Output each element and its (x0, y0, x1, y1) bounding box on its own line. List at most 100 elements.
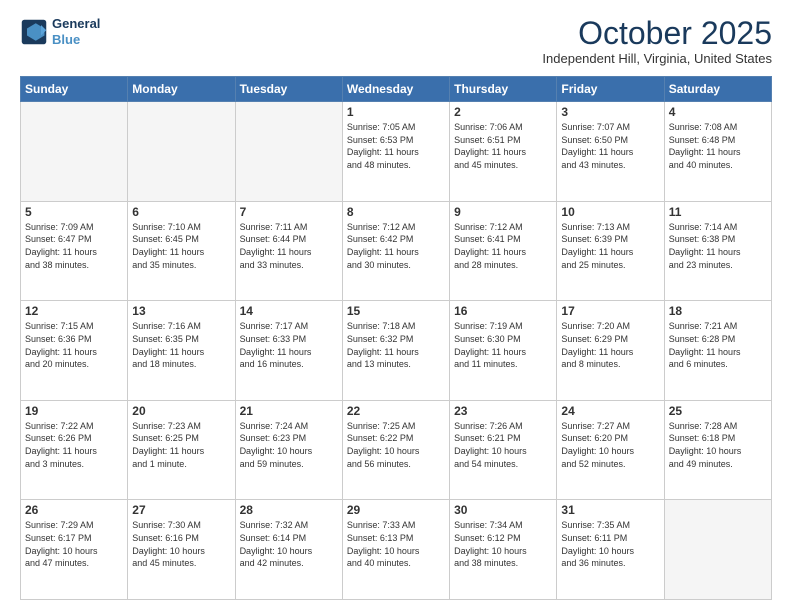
calendar-cell: 20Sunrise: 7:23 AMSunset: 6:25 PMDayligh… (128, 400, 235, 500)
calendar-cell: 3 Sunrise: 7:07 AMSunset: 6:50 PMDaylight… (557, 102, 664, 202)
day-info: Sunrise: 7:12 AMSunset: 6:41 PMDaylight:… (454, 221, 552, 271)
day-number: 13 (132, 304, 230, 318)
day-info: Sunrise: 7:08 AMSunset: 6:48 PMDaylight:… (669, 121, 767, 171)
day-info: Sunrise: 7:10 AMSunset: 6:45 PMDaylight:… (132, 221, 230, 271)
calendar-cell: 12 Sunrise: 7:15 AMSunset: 6:36 PMDayligh… (21, 301, 128, 401)
day-info: Sunrise: 7:21 AMSunset: 6:28 PMDaylight:… (669, 320, 767, 370)
calendar-cell: 7 Sunrise: 7:11 AMSunset: 6:44 PMDaylight… (235, 201, 342, 301)
calendar-cell: 30Sunrise: 7:34 AMSunset: 6:12 PMDayligh… (450, 500, 557, 600)
calendar-cell: 10 Sunrise: 7:13 AMSunset: 6:39 PMDayligh… (557, 201, 664, 301)
day-info: Sunrise: 7:29 AMSunset: 6:17 PMDaylight:… (25, 519, 123, 569)
weekday-header-row: SundayMondayTuesdayWednesdayThursdayFrid… (21, 77, 772, 102)
day-info: Sunrise: 7:22 AMSunset: 6:26 PMDaylight:… (25, 420, 123, 470)
day-info: Sunrise: 7:07 AMSunset: 6:50 PMDaylight:… (561, 121, 659, 171)
day-info: Sunrise: 7:11 AMSunset: 6:44 PMDaylight:… (240, 221, 338, 271)
logo-text: General Blue (52, 16, 100, 47)
calendar-cell (128, 102, 235, 202)
day-number: 31 (561, 503, 659, 517)
day-number: 2 (454, 105, 552, 119)
day-info: Sunrise: 7:24 AMSunset: 6:23 PMDaylight:… (240, 420, 338, 470)
day-info: Sunrise: 7:35 AMSunset: 6:11 PMDaylight:… (561, 519, 659, 569)
calendar-cell: 11 Sunrise: 7:14 AMSunset: 6:38 PMDayligh… (664, 201, 771, 301)
calendar-cell: 28 Sunrise: 7:32 AMSunset: 6:14 PMDayligh… (235, 500, 342, 600)
day-number: 16 (454, 304, 552, 318)
calendar-cell: 2 Sunrise: 7:06 AMSunset: 6:51 PMDaylight… (450, 102, 557, 202)
day-info: Sunrise: 7:14 AMSunset: 6:38 PMDaylight:… (669, 221, 767, 271)
day-info: Sunrise: 7:30 AMSunset: 6:16 PMDaylight:… (132, 519, 230, 569)
calendar-cell: 25Sunrise: 7:28 AMSunset: 6:18 PMDayligh… (664, 400, 771, 500)
day-number: 12 (25, 304, 123, 318)
page: General Blue October 2025 Independent Hi… (0, 0, 792, 612)
week-row-1: 5 Sunrise: 7:09 AMSunset: 6:47 PMDaylight… (21, 201, 772, 301)
day-number: 21 (240, 404, 338, 418)
week-row-3: 19 Sunrise: 7:22 AMSunset: 6:26 PMDayligh… (21, 400, 772, 500)
weekday-header-saturday: Saturday (664, 77, 771, 102)
calendar-cell: 4 Sunrise: 7:08 AMSunset: 6:48 PMDaylight… (664, 102, 771, 202)
calendar-cell: 6 Sunrise: 7:10 AMSunset: 6:45 PMDaylight… (128, 201, 235, 301)
day-number: 18 (669, 304, 767, 318)
calendar-cell (664, 500, 771, 600)
logo-line2: Blue (52, 32, 100, 48)
day-info: Sunrise: 7:26 AMSunset: 6:21 PMDaylight:… (454, 420, 552, 470)
logo-icon (20, 18, 48, 46)
day-info: Sunrise: 7:28 AMSunset: 6:18 PMDaylight:… (669, 420, 767, 470)
day-info: Sunrise: 7:27 AMSunset: 6:20 PMDaylight:… (561, 420, 659, 470)
day-info: Sunrise: 7:09 AMSunset: 6:47 PMDaylight:… (25, 221, 123, 271)
calendar-cell: 26 Sunrise: 7:29 AMSunset: 6:17 PMDayligh… (21, 500, 128, 600)
day-number: 27 (132, 503, 230, 517)
calendar-cell: 16 Sunrise: 7:19 AMSunset: 6:30 PMDayligh… (450, 301, 557, 401)
weekday-header-wednesday: Wednesday (342, 77, 449, 102)
location: Independent Hill, Virginia, United State… (542, 51, 772, 66)
calendar-cell: 9 Sunrise: 7:12 AMSunset: 6:41 PMDaylight… (450, 201, 557, 301)
day-info: Sunrise: 7:20 AMSunset: 6:29 PMDaylight:… (561, 320, 659, 370)
calendar-cell: 13Sunrise: 7:16 AMSunset: 6:35 PMDayligh… (128, 301, 235, 401)
day-number: 28 (240, 503, 338, 517)
calendar-cell: 27 Sunrise: 7:30 AMSunset: 6:16 PMDayligh… (128, 500, 235, 600)
day-number: 26 (25, 503, 123, 517)
week-row-4: 26 Sunrise: 7:29 AMSunset: 6:17 PMDayligh… (21, 500, 772, 600)
day-number: 4 (669, 105, 767, 119)
day-number: 14 (240, 304, 338, 318)
week-row-2: 12 Sunrise: 7:15 AMSunset: 6:36 PMDayligh… (21, 301, 772, 401)
weekday-header-friday: Friday (557, 77, 664, 102)
day-info: Sunrise: 7:15 AMSunset: 6:36 PMDaylight:… (25, 320, 123, 370)
day-number: 7 (240, 205, 338, 219)
calendar-cell (21, 102, 128, 202)
day-number: 8 (347, 205, 445, 219)
day-number: 29 (347, 503, 445, 517)
calendar-cell: 1Sunrise: 7:05 AMSunset: 6:53 PMDaylight… (342, 102, 449, 202)
day-info: Sunrise: 7:33 AMSunset: 6:13 PMDaylight:… (347, 519, 445, 569)
day-number: 22 (347, 404, 445, 418)
day-info: Sunrise: 7:13 AMSunset: 6:39 PMDaylight:… (561, 221, 659, 271)
day-number: 6 (132, 205, 230, 219)
day-number: 24 (561, 404, 659, 418)
day-number: 1 (347, 105, 445, 119)
logo-line1: General (52, 16, 100, 32)
day-info: Sunrise: 7:19 AMSunset: 6:30 PMDaylight:… (454, 320, 552, 370)
calendar-cell: 17Sunrise: 7:20 AMSunset: 6:29 PMDayligh… (557, 301, 664, 401)
day-info: Sunrise: 7:17 AMSunset: 6:33 PMDaylight:… (240, 320, 338, 370)
day-number: 11 (669, 205, 767, 219)
title-block: October 2025 Independent Hill, Virginia,… (542, 16, 772, 66)
day-number: 5 (25, 205, 123, 219)
calendar-cell: 15 Sunrise: 7:18 AMSunset: 6:32 PMDayligh… (342, 301, 449, 401)
calendar-cell: 24 Sunrise: 7:27 AMSunset: 6:20 PMDayligh… (557, 400, 664, 500)
calendar-cell: 31 Sunrise: 7:35 AMSunset: 6:11 PMDayligh… (557, 500, 664, 600)
weekday-header-monday: Monday (128, 77, 235, 102)
day-number: 23 (454, 404, 552, 418)
weekday-header-thursday: Thursday (450, 77, 557, 102)
day-number: 19 (25, 404, 123, 418)
day-info: Sunrise: 7:12 AMSunset: 6:42 PMDaylight:… (347, 221, 445, 271)
calendar-cell: 21 Sunrise: 7:24 AMSunset: 6:23 PMDayligh… (235, 400, 342, 500)
day-info: Sunrise: 7:06 AMSunset: 6:51 PMDaylight:… (454, 121, 552, 171)
calendar-cell: 29 Sunrise: 7:33 AMSunset: 6:13 PMDayligh… (342, 500, 449, 600)
day-info: Sunrise: 7:18 AMSunset: 6:32 PMDaylight:… (347, 320, 445, 370)
calendar-cell: 18 Sunrise: 7:21 AMSunset: 6:28 PMDayligh… (664, 301, 771, 401)
day-number: 9 (454, 205, 552, 219)
day-number: 15 (347, 304, 445, 318)
weekday-header-sunday: Sunday (21, 77, 128, 102)
day-number: 3 (561, 105, 659, 119)
day-number: 10 (561, 205, 659, 219)
day-info: Sunrise: 7:32 AMSunset: 6:14 PMDaylight:… (240, 519, 338, 569)
calendar-cell (235, 102, 342, 202)
